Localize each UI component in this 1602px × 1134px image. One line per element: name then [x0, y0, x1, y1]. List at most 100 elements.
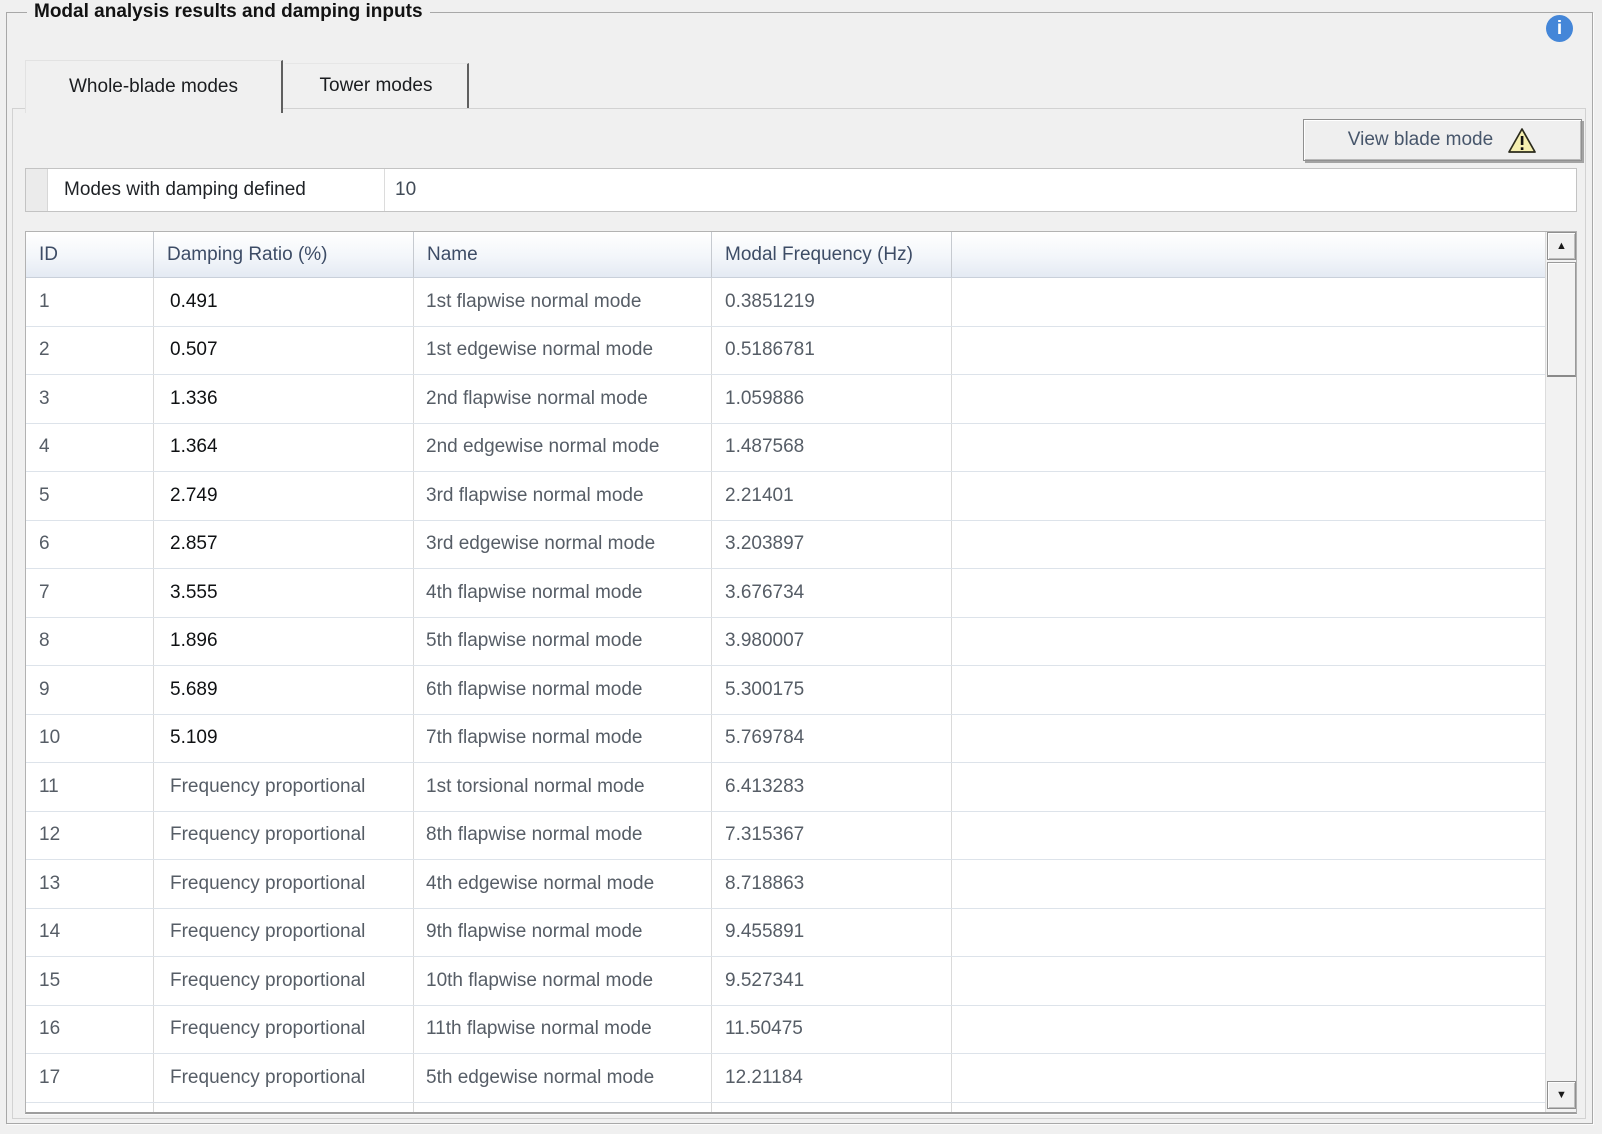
warning-icon	[1507, 127, 1537, 154]
scrollbar-thumb[interactable]	[1547, 262, 1576, 377]
row-id-cell	[26, 1103, 154, 1113]
mode-name-cell: 10th flapwise normal mode	[414, 957, 712, 1005]
tab-label: Tower modes	[320, 75, 433, 97]
modal-frequency-cell: 2.21401	[712, 472, 952, 520]
row-selector-cell	[26, 169, 48, 211]
table-row: 52.7493rd flapwise normal mode2.21401	[26, 472, 1545, 521]
damping-ratio-cell[interactable]: 1.364	[154, 424, 414, 472]
mode-name-cell: 1st torsional normal mode	[414, 763, 712, 811]
scrollbar-down-button[interactable]: ▼	[1547, 1081, 1576, 1109]
modal-analysis-screen: Modal analysis results and damping input…	[0, 0, 1602, 1134]
damping-ratio-cell[interactable]: Frequency proportional	[154, 860, 414, 908]
modal-frequency-cell: 7.315367	[712, 812, 952, 860]
modal-frequency-cell: 9.455891	[712, 909, 952, 957]
filler-cell	[952, 521, 1545, 569]
mode-name-cell: 4th flapwise normal mode	[414, 569, 712, 617]
tab-whole-blade-modes[interactable]: Whole-blade modes	[25, 60, 283, 113]
damping-ratio-cell[interactable]: 0.507	[154, 327, 414, 375]
modal-frequency-cell: 0.3851219	[712, 278, 952, 326]
modal-frequency-cell: 11.50475	[712, 1006, 952, 1054]
row-id-cell: 13	[26, 860, 154, 908]
mode-name-cell: 1st edgewise normal mode	[414, 327, 712, 375]
scrollbar-up-button[interactable]: ▲	[1547, 232, 1576, 260]
tab-tower-modes[interactable]: Tower modes	[285, 63, 469, 108]
filler-cell	[952, 327, 1545, 375]
mode-name-cell: 2nd edgewise normal mode	[414, 424, 712, 472]
damping-ratio-cell[interactable]: 3.555	[154, 569, 414, 617]
row-id-cell: 12	[26, 812, 154, 860]
table-row: 15Frequency proportional10th flapwise no…	[26, 957, 1545, 1006]
column-header-modal-frequency: Modal Frequency (Hz)	[712, 232, 952, 277]
table-row: 31.3362nd flapwise normal mode1.059886	[26, 375, 1545, 424]
filler-cell	[952, 375, 1545, 423]
table-row: 14Frequency proportional9th flapwise nor…	[26, 909, 1545, 958]
damping-ratio-cell[interactable]: Frequency proportional	[154, 909, 414, 957]
mode-name-cell: 7th flapwise normal mode	[414, 715, 712, 763]
filler-cell	[952, 715, 1545, 763]
row-id-cell: 10	[26, 715, 154, 763]
damping-ratio-cell[interactable]: 2.857	[154, 521, 414, 569]
modal-frequency-cell: 6.413283	[712, 763, 952, 811]
damping-ratio-cell[interactable]: 2.749	[154, 472, 414, 520]
damping-ratio-cell[interactable]: 5.689	[154, 666, 414, 714]
table-row: 41.3642nd edgewise normal mode1.487568	[26, 424, 1545, 473]
modes-with-damping-label: Modes with damping defined	[48, 169, 378, 211]
table-row: 20.5071st edgewise normal mode0.5186781	[26, 327, 1545, 376]
damping-ratio-cell[interactable]: 1.336	[154, 375, 414, 423]
table-body: 10.4911st flapwise normal mode0.38512192…	[26, 278, 1545, 1112]
filler-cell	[952, 812, 1545, 860]
filler-cell	[952, 618, 1545, 666]
damping-ratio-cell[interactable]: 0.491	[154, 278, 414, 326]
damping-ratio-cell[interactable]: Frequency proportional	[154, 812, 414, 860]
table-row: 62.8573rd edgewise normal mode3.203897	[26, 521, 1545, 570]
filler-cell	[952, 424, 1545, 472]
damping-ratio-cell[interactable]: Frequency proportional	[154, 763, 414, 811]
groupbox-title: Modal analysis results and damping input…	[27, 1, 430, 23]
filler-cell	[952, 957, 1545, 1005]
table-row: 17Frequency proportional5th edgewise nor…	[26, 1054, 1545, 1103]
row-id-cell: 15	[26, 957, 154, 1005]
row-id-cell: 4	[26, 424, 154, 472]
table-row: 95.6896th flapwise normal mode5.300175	[26, 666, 1545, 715]
modes-with-damping-value[interactable]: 10	[385, 169, 1576, 211]
mode-name-cell: 8th flapwise normal mode	[414, 812, 712, 860]
mode-name-cell: 11th flapwise normal mode	[414, 1006, 712, 1054]
damping-ratio-cell[interactable]: 1.896	[154, 618, 414, 666]
table-row: 12Frequency proportional8th flapwise nor…	[26, 812, 1545, 861]
filler-cell	[952, 909, 1545, 957]
filler-cell	[952, 1006, 1545, 1054]
modal-frequency-cell: 3.203897	[712, 521, 952, 569]
damping-ratio-cell[interactable]: Frequency proportional	[154, 957, 414, 1005]
modal-frequency-cell: 0.5186781	[712, 327, 952, 375]
table-row: 11Frequency proportional1st torsional no…	[26, 763, 1545, 812]
info-icon[interactable]: i	[1546, 15, 1573, 42]
mode-name-cell: 2nd flapwise normal mode	[414, 375, 712, 423]
table-row: 73.5554th flapwise normal mode3.676734	[26, 569, 1545, 618]
filler-cell	[952, 1103, 1545, 1113]
view-blade-mode-button[interactable]: View blade mode	[1303, 119, 1582, 161]
filler-cell	[952, 472, 1545, 520]
table-row: 16Frequency proportional11th flapwise no…	[26, 1006, 1545, 1055]
modal-frequency-cell: 8.718863	[712, 860, 952, 908]
filler-cell	[952, 763, 1545, 811]
modal-frequency-cell: 9.527341	[712, 957, 952, 1005]
damping-ratio-cell[interactable]: Frequency proportional	[154, 1006, 414, 1054]
filler-cell	[952, 1054, 1545, 1102]
filler-cell	[952, 860, 1545, 908]
vertical-scrollbar[interactable]: ▲ ▼	[1545, 232, 1576, 1112]
table-row	[26, 1103, 1545, 1113]
filler-cell	[952, 666, 1545, 714]
table-row: 81.8965th flapwise normal mode3.980007	[26, 618, 1545, 667]
row-id-cell: 1	[26, 278, 154, 326]
modal-frequency-cell: 5.300175	[712, 666, 952, 714]
row-id-cell: 7	[26, 569, 154, 617]
modal-frequency-cell: 5.769784	[712, 715, 952, 763]
damping-ratio-cell[interactable]: Frequency proportional	[154, 1054, 414, 1102]
column-header-id: ID	[26, 232, 154, 277]
row-id-cell: 3	[26, 375, 154, 423]
row-id-cell: 9	[26, 666, 154, 714]
damping-ratio-cell[interactable]: 5.109	[154, 715, 414, 763]
table-header-row: ID Damping Ratio (%) Name Modal Frequenc…	[26, 232, 1545, 278]
mode-name-cell: 3rd flapwise normal mode	[414, 472, 712, 520]
row-id-cell: 5	[26, 472, 154, 520]
